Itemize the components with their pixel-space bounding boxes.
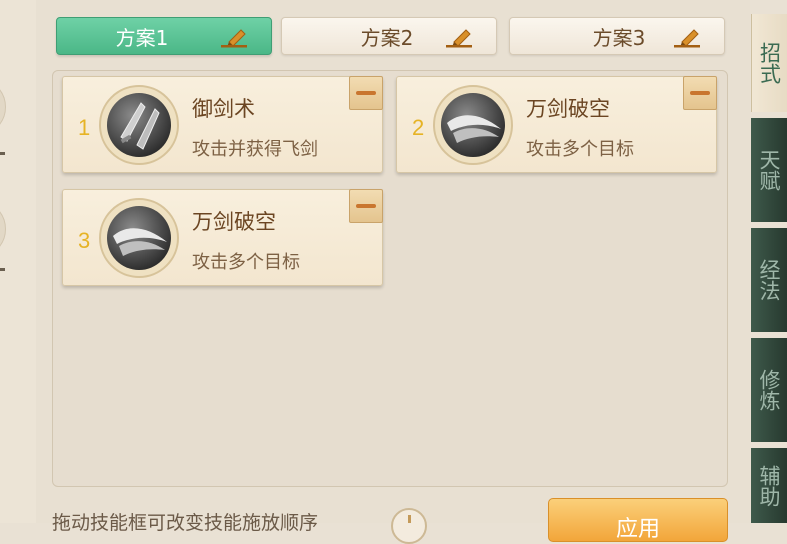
skill-icon-frame [99,85,179,165]
plan-tab-1[interactable]: 方案1 [56,17,272,55]
side-tab-label: 修炼 [757,369,781,411]
skill-card[interactable]: 1 御剑术 攻击并获得飞剑 [62,76,383,173]
apply-button[interactable]: 应用 [548,498,728,542]
skill-card[interactable]: 3 万剑破空 攻击多个目标 [62,189,383,286]
left-side-mark [0,268,5,271]
side-tab-cultivate[interactable]: 修炼 [751,338,787,442]
skill-slot-number: 3 [78,228,91,253]
edit-pen-icon[interactable] [444,26,474,48]
remove-skill-button[interactable] [683,76,717,110]
skill-slot-number: 2 [412,115,425,140]
skill-name: 万剑破空 [192,210,276,234]
sword-strike-icon [113,228,167,256]
sword-strike-icon [447,115,501,143]
plan-tab-2[interactable]: 方案2 [281,17,497,55]
tab-corner-ornament [257,22,267,52]
skill-icon-frame [433,85,513,165]
side-tab-talent[interactable]: 天赋 [751,118,787,222]
skill-card[interactable]: 2 万剑破空 攻击多个目标 [396,76,717,173]
left-side-tab[interactable] [0,200,6,258]
edit-pen-icon[interactable] [219,26,249,48]
side-tab-label: 招式 [757,42,782,84]
help-info-icon[interactable] [391,508,427,544]
plan-tab-label: 方案1 [115,25,169,50]
left-side-tab[interactable] [0,78,6,136]
side-tab-scripture[interactable]: 经法 [751,228,787,332]
plan-tab-3[interactable]: 方案3 [509,17,725,55]
skill-icon-frame [99,198,179,278]
skill-description: 攻击多个目标 [192,252,300,273]
side-tab-label: 辅助 [757,464,781,507]
side-tab-label: 经法 [757,259,781,301]
left-side-mark [0,152,5,155]
skill-slot-number: 1 [78,115,91,140]
remove-skill-button[interactable] [349,189,383,223]
flying-swords-icon [120,102,160,150]
side-tab-moves[interactable]: 招式 [751,14,787,112]
side-tab-label: 天赋 [757,149,781,191]
remove-skill-button[interactable] [349,76,383,110]
plan-tab-label: 方案2 [360,25,414,50]
skill-description: 攻击并获得飞剑 [192,139,318,160]
side-tab-assist[interactable]: 辅助 [751,448,787,523]
skill-name: 御剑术 [192,97,255,121]
left-edge-strip [0,0,36,523]
skill-name: 万剑破空 [526,97,610,121]
plan-tab-label: 方案3 [592,25,646,50]
skill-description: 攻击多个目标 [526,139,634,160]
apply-button-label: 应用 [615,517,660,542]
edit-pen-icon[interactable] [672,26,702,48]
drag-order-hint: 拖动技能框可改变技能施放顺序 [52,512,319,534]
